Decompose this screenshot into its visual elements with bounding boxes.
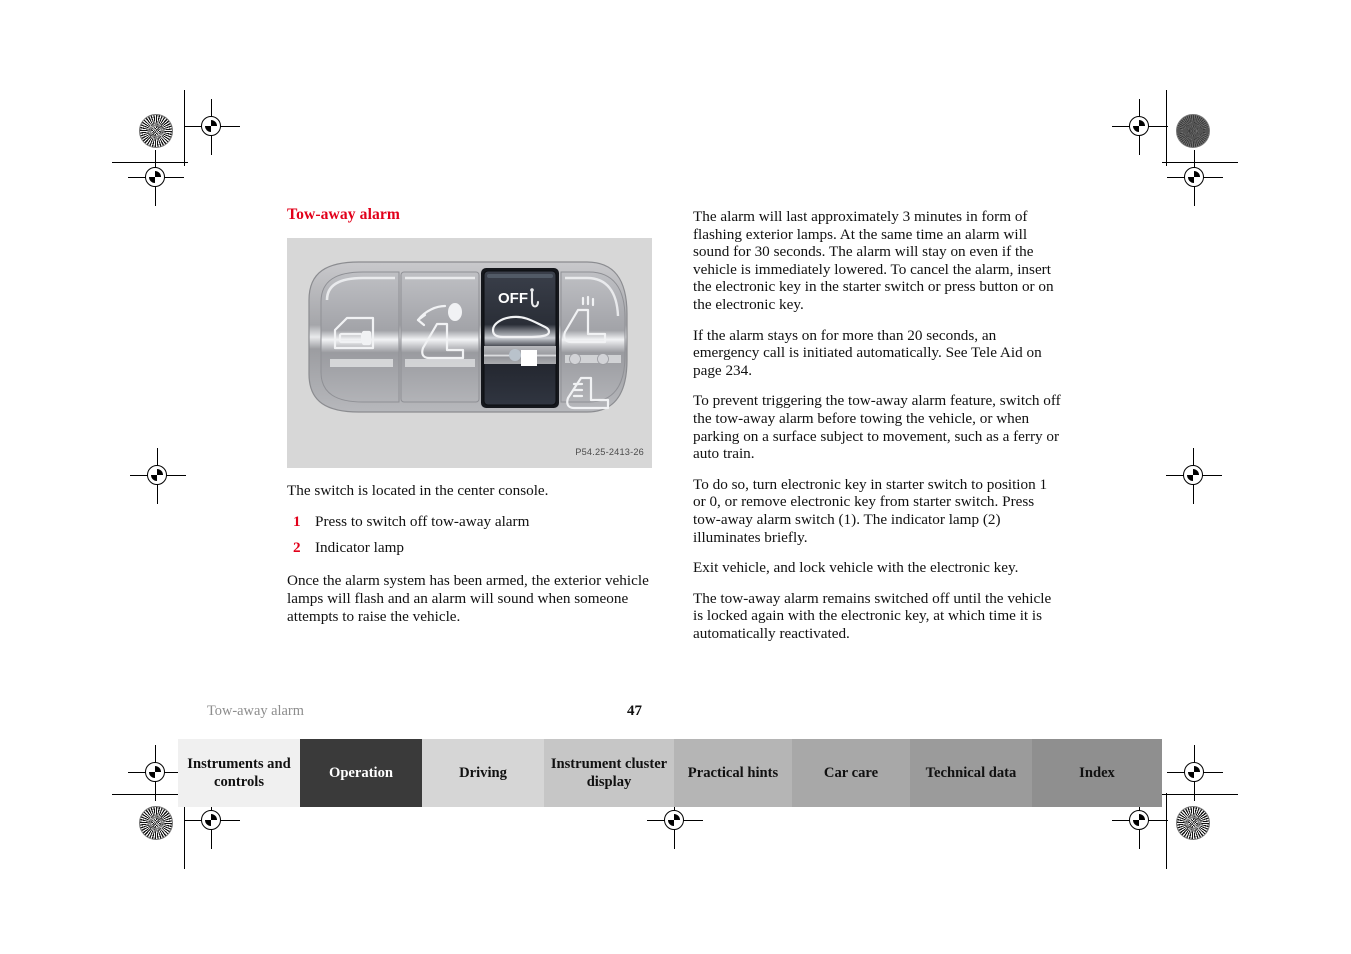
registration-cross-left-upper [128,150,184,206]
page-footer: Tow-away alarm 47 [207,703,1062,720]
registration-cross-right-upper [1167,150,1223,206]
left-paragraph-armed-system: Once the alarm system has been armed, th… [287,572,649,625]
trim-mark-vertical-top-left [184,90,186,166]
tab-practical-hints[interactable]: Practical hints [674,739,792,807]
figure-legend-list: 1 Press to switch off tow-away alarm 2 I… [287,513,652,556]
right-text-column: The alarm will last approximately 3 minu… [693,208,1061,642]
chapter-tab-bar: Instruments and controls Operation Driving… [178,739,1182,807]
legend-item-2: 2 Indicator lamp [287,539,652,557]
registration-star-bottom-left [139,806,173,840]
tab-driving[interactable]: Driving [422,739,544,807]
switch-panel-illustration: OFF 1 [308,260,628,413]
trim-mark-horizontal-bottom-left [112,794,188,796]
tab-instrument-cluster-display[interactable]: Instrument cluster display [544,739,674,807]
registration-cross-left-middle [130,448,186,504]
tab-operation[interactable]: Operation [300,739,422,807]
figure-credit: P54.25-2413-26 [575,447,644,457]
manual-page: Tow-away alarm OFF P54.25-2413-26 The sw… [0,0,1351,954]
tab-technical-data[interactable]: Technical data [910,739,1032,807]
right-paragraph-3: To prevent triggering the tow-away alarm… [693,392,1061,463]
tab-instruments-and-controls[interactable]: Instruments and controls [178,739,300,807]
registration-star-top-left [139,114,173,148]
registration-cross-right-middle [1166,448,1222,504]
tab-index[interactable]: Index [1032,739,1162,807]
legend-number-1: 1 [293,513,301,531]
registration-cross-left-lower [128,745,184,801]
switch-off-label: OFF [498,290,528,307]
page-title: Tow-away alarm [287,206,401,223]
left-text-column: Tow-away alarm OFF P54.25-2413-26 The sw… [287,206,652,625]
indicator-lamp [509,348,521,361]
legend-text-1: Press to switch off tow-away alarm [315,513,530,531]
right-paragraph-6: The tow-away alarm remains switched off … [693,589,1052,642]
figure-intro-text: The switch is located in the center cons… [287,481,549,499]
right-paragraph-1: The alarm will last approximately 3 minu… [693,208,1054,313]
right-paragraph-5: Exit vehicle, and lock vehicle with the … [693,559,1019,577]
registration-cross-top-left-inner [184,99,240,155]
tab-car-care[interactable]: Car care [792,739,910,807]
page-number: 47 [627,703,642,719]
figure-switch-panel: OFF 1 [287,237,652,468]
legend-item-1: 1 Press to switch off tow-away alarm [287,513,652,531]
right-paragraph-2: If the alarm stays on for more than 20 s… [693,326,1042,379]
legend-text-2: Indicator lamp [315,538,404,556]
registration-cross-top-right-inner [1112,99,1168,155]
right-paragraph-4: To do so, turn electronic key in starter… [693,475,1048,546]
legend-number-2: 2 [293,538,301,556]
registration-star-bottom-right [1176,806,1210,840]
indicator-lamp-callout-marker [521,349,537,366]
registration-star-top-right [1176,114,1210,148]
